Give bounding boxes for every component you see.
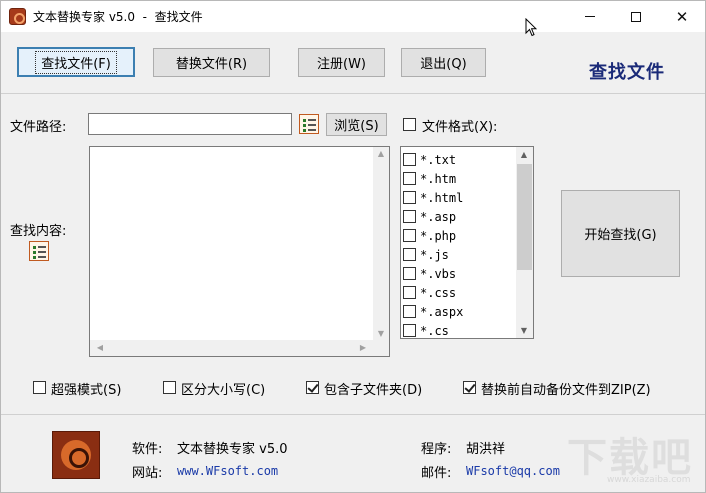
super-mode-checkbox[interactable] (33, 381, 46, 394)
scroll-up-icon[interactable]: ▲ (373, 149, 389, 158)
maximize-icon (631, 11, 641, 22)
format-label: *.html (420, 190, 464, 205)
search-content-label: 查找内容: (10, 224, 67, 239)
auto-backup-zip-checkbox[interactable] (463, 381, 476, 394)
format-label: *.cs (420, 323, 449, 338)
format-label: *.asp (420, 209, 457, 224)
format-label: *.php (420, 228, 457, 243)
author-label: 程序: (421, 442, 452, 457)
website-label: 网站: (132, 466, 163, 481)
register-button[interactable]: 注册(W) (298, 48, 385, 77)
minimize-icon (585, 16, 595, 17)
case-sensitive-label: 区分大小写(C) (181, 383, 266, 398)
window-title: 文本替换专家 v5.0 - 查找文件 (33, 10, 203, 24)
find-files-button[interactable]: 查找文件(F) (17, 47, 135, 77)
website-link[interactable]: www.WFsoft.com (177, 464, 278, 478)
search-content-textarea[interactable]: ▲ ▼ ◀ ▶ (89, 146, 390, 357)
start-search-label: 开始查找(G) (584, 228, 657, 243)
content-vertical-scrollbar[interactable]: ▲ ▼ (373, 147, 389, 340)
app-logo-icon (9, 8, 26, 25)
content-list-icon[interactable] (29, 241, 49, 261)
exit-button[interactable]: 退出(Q) (401, 48, 486, 77)
folder-select-icon[interactable] (299, 114, 319, 134)
find-files-label: 查找文件(F) (35, 50, 117, 74)
format-list-item[interactable]: *.js (403, 245, 449, 264)
scroll-down-icon[interactable]: ▼ (516, 326, 532, 335)
start-search-button[interactable]: 开始查找(G) (561, 190, 680, 277)
author-value: 胡洪祥 (466, 442, 506, 457)
file-format-label: 文件格式(X): (422, 120, 498, 135)
file-format-checkbox[interactable] (403, 118, 416, 131)
format-list-item[interactable]: *.vbs (403, 264, 456, 283)
file-path-label: 文件路径: (10, 120, 67, 135)
include-subfolders-label: 包含子文件夹(D) (324, 383, 423, 398)
format-label: *.aspx (420, 304, 464, 319)
format-list-scrollbar[interactable]: ▲ ▼ (516, 147, 533, 338)
include-subfolders-checkbox[interactable] (306, 381, 319, 394)
browse-label: 浏览(S) (334, 119, 379, 134)
email-label: 邮件: (421, 466, 452, 481)
product-logo (52, 431, 100, 479)
close-icon: ✕ (675, 7, 689, 26)
maximize-button[interactable] (613, 1, 659, 32)
format-list-item[interactable]: *.htm (403, 169, 456, 188)
super-mode-label: 超强模式(S) (51, 383, 122, 398)
format-checkbox[interactable] (403, 248, 416, 261)
format-label: *.css (420, 285, 457, 300)
format-checkbox[interactable] (403, 153, 416, 166)
format-label: *.vbs (420, 266, 457, 281)
format-label: *.txt (420, 152, 457, 167)
scroll-corner (373, 340, 389, 356)
software-label: 软件: (132, 442, 163, 457)
watermark-url: www.xiazaiba.com (607, 475, 691, 485)
scroll-down-icon[interactable]: ▼ (373, 329, 389, 338)
format-list-item[interactable]: *.asp (403, 207, 456, 226)
format-label: *.htm (420, 171, 457, 186)
format-checkbox[interactable] (403, 267, 416, 280)
scroll-left-icon[interactable]: ◀ (92, 343, 108, 352)
site-watermark: 下载吧 www.xiazaiba.com (567, 425, 697, 489)
format-list-item[interactable]: *.cs (403, 321, 449, 338)
format-list-item[interactable]: *.html (403, 188, 463, 207)
auto-backup-zip-label: 替换前自动备份文件到ZIP(Z) (481, 383, 651, 398)
toolbar: 查找文件(F) 替换文件(R) 注册(W) 退出(Q) 查找文件 (1, 32, 705, 94)
file-path-input[interactable] (88, 113, 292, 135)
close-button[interactable]: ✕ (659, 1, 705, 32)
mode-title: 查找文件 (589, 62, 665, 83)
app-window: 文本替换专家 v5.0 - 查找文件 ✕ 查找文件(F) 替换文件(R) 注册(… (0, 0, 706, 493)
email-link[interactable]: WFsoft@qq.com (466, 464, 560, 478)
format-checkbox[interactable] (403, 172, 416, 185)
content-horizontal-scrollbar[interactable]: ◀ ▶ (90, 340, 373, 356)
format-list-item[interactable]: *.txt (403, 150, 456, 169)
format-checkbox[interactable] (403, 324, 416, 337)
format-checkbox[interactable] (403, 286, 416, 299)
replace-files-button[interactable]: 替换文件(R) (153, 48, 270, 77)
title-bar: 文本替换专家 v5.0 - 查找文件 ✕ (1, 1, 705, 37)
format-list-item[interactable]: *.php (403, 226, 456, 245)
format-checkbox[interactable] (403, 191, 416, 204)
file-format-list[interactable]: *.txt *.htm *.html *.asp *.php *.js *.vbs *.css… (400, 146, 534, 339)
software-value: 文本替换专家 v5.0 (177, 442, 288, 457)
format-checkbox[interactable] (403, 229, 416, 242)
scroll-up-icon[interactable]: ▲ (516, 150, 532, 159)
format-list-item[interactable]: *.css (403, 283, 456, 302)
replace-files-label: 替换文件(R) (175, 57, 248, 72)
format-label: *.js (420, 247, 449, 262)
exit-label: 退出(Q) (420, 57, 467, 72)
scroll-thumb[interactable] (517, 164, 532, 270)
register-label: 注册(W) (317, 57, 366, 72)
format-list-item[interactable]: *.aspx (403, 302, 463, 321)
case-sensitive-checkbox[interactable] (163, 381, 176, 394)
format-checkbox[interactable] (403, 305, 416, 318)
browse-button[interactable]: 浏览(S) (326, 113, 387, 136)
scroll-right-icon[interactable]: ▶ (355, 343, 371, 352)
format-checkbox[interactable] (403, 210, 416, 223)
minimize-button[interactable] (567, 1, 613, 32)
